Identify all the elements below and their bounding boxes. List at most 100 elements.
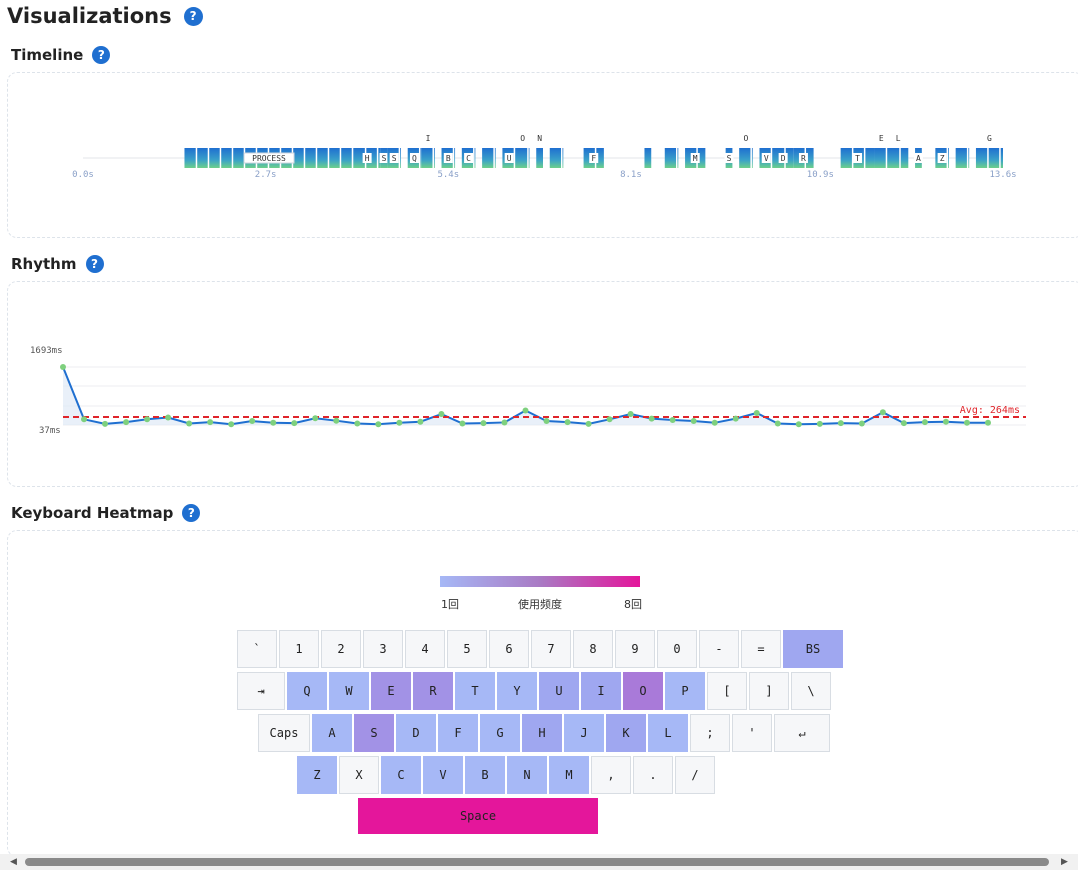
- key-e[interactable]: E: [371, 672, 411, 710]
- rhythm-point[interactable]: [858, 420, 865, 427]
- key-symbol[interactable]: ;: [690, 714, 730, 752]
- rhythm-point[interactable]: [417, 418, 424, 425]
- rhythm-point[interactable]: [606, 416, 613, 423]
- horizontal-scrollbar[interactable]: ◀ ▶: [0, 854, 1078, 870]
- rhythm-point[interactable]: [249, 418, 256, 425]
- heatmap-help-icon[interactable]: ?: [182, 504, 201, 522]
- timeline-event-bar[interactable]: [975, 148, 1003, 168]
- rhythm-point[interactable]: [543, 418, 550, 425]
- rhythm-point[interactable]: [459, 420, 466, 427]
- key-6[interactable]: 6: [489, 630, 529, 668]
- timeline-event-bar[interactable]: [644, 148, 652, 168]
- key-caps[interactable]: Caps: [258, 714, 310, 752]
- key-symbol[interactable]: ]: [749, 672, 789, 710]
- key-o[interactable]: O: [623, 672, 663, 710]
- rhythm-point[interactable]: [711, 419, 718, 426]
- key-8[interactable]: 8: [573, 630, 613, 668]
- scroll-left-arrow-icon[interactable]: ◀: [10, 857, 17, 867]
- key-f[interactable]: F: [438, 714, 478, 752]
- key-7[interactable]: 7: [531, 630, 571, 668]
- rhythm-point[interactable]: [963, 419, 970, 426]
- rhythm-point[interactable]: [312, 415, 319, 422]
- key-symbol[interactable]: =: [741, 630, 781, 668]
- timeline-help-icon[interactable]: ?: [92, 46, 111, 64]
- key-z[interactable]: Z: [297, 756, 337, 794]
- rhythm-point[interactable]: [816, 420, 823, 427]
- key-symbol[interactable]: ⇥: [237, 672, 285, 710]
- key-a[interactable]: A: [312, 714, 352, 752]
- key-0[interactable]: 0: [657, 630, 697, 668]
- rhythm-point[interactable]: [795, 421, 802, 428]
- scrollbar-thumb[interactable]: [25, 858, 1049, 866]
- key-symbol[interactable]: `: [237, 630, 277, 668]
- key-symbol[interactable]: \: [791, 672, 831, 710]
- rhythm-point[interactable]: [270, 419, 277, 426]
- rhythm-point[interactable]: [732, 415, 739, 422]
- key-x[interactable]: X: [339, 756, 379, 794]
- rhythm-point[interactable]: [354, 420, 361, 427]
- rhythm-point[interactable]: [102, 420, 109, 427]
- scroll-right-arrow-icon[interactable]: ▶: [1061, 857, 1068, 867]
- rhythm-point[interactable]: [186, 420, 193, 427]
- rhythm-point[interactable]: [228, 421, 235, 428]
- rhythm-point[interactable]: [291, 420, 298, 427]
- key-symbol[interactable]: ↵: [774, 714, 830, 752]
- rhythm-point[interactable]: [501, 419, 508, 426]
- key-symbol[interactable]: .: [633, 756, 673, 794]
- key-n[interactable]: N: [507, 756, 547, 794]
- key-i[interactable]: I: [581, 672, 621, 710]
- key-5[interactable]: 5: [447, 630, 487, 668]
- key-b[interactable]: B: [465, 756, 505, 794]
- rhythm-point[interactable]: [396, 419, 403, 426]
- rhythm-point[interactable]: [985, 419, 991, 426]
- key-bs[interactable]: BS: [783, 630, 843, 668]
- key-k[interactable]: K: [606, 714, 646, 752]
- rhythm-point[interactable]: [438, 411, 445, 418]
- rhythm-point[interactable]: [165, 414, 172, 421]
- key-s[interactable]: S: [354, 714, 394, 752]
- key-u[interactable]: U: [539, 672, 579, 710]
- rhythm-point[interactable]: [753, 409, 760, 416]
- rhythm-point[interactable]: [942, 418, 949, 425]
- timeline-event-bar[interactable]: [888, 148, 909, 168]
- key-symbol[interactable]: ,: [591, 756, 631, 794]
- key-symbol[interactable]: -: [699, 630, 739, 668]
- rhythm-point[interactable]: [837, 420, 844, 427]
- rhythm-point[interactable]: [669, 416, 676, 423]
- rhythm-help-icon[interactable]: ?: [85, 255, 104, 273]
- rhythm-point[interactable]: [921, 419, 928, 426]
- rhythm-point[interactable]: [564, 419, 571, 426]
- rhythm-point[interactable]: [627, 411, 634, 418]
- key-2[interactable]: 2: [321, 630, 361, 668]
- rhythm-point[interactable]: [333, 417, 340, 424]
- key-symbol[interactable]: /: [675, 756, 715, 794]
- rhythm-point[interactable]: [144, 416, 151, 423]
- rhythm-point[interactable]: [900, 420, 907, 427]
- key-j[interactable]: J: [564, 714, 604, 752]
- key-1[interactable]: 1: [279, 630, 319, 668]
- rhythm-point[interactable]: [123, 419, 130, 426]
- key-c[interactable]: C: [381, 756, 421, 794]
- rhythm-point[interactable]: [879, 409, 886, 416]
- key-3[interactable]: 3: [363, 630, 403, 668]
- timeline-event-bar[interactable]: [536, 148, 543, 168]
- rhythm-point[interactable]: [375, 421, 382, 428]
- key-y[interactable]: Y: [497, 672, 537, 710]
- key-p[interactable]: P: [665, 672, 705, 710]
- key-v[interactable]: V: [423, 756, 463, 794]
- key-r[interactable]: R: [413, 672, 453, 710]
- key-h[interactable]: H: [522, 714, 562, 752]
- rhythm-point[interactable]: [648, 415, 655, 422]
- key-q[interactable]: Q: [287, 672, 327, 710]
- rhythm-point[interactable]: [207, 419, 214, 426]
- rhythm-point[interactable]: [690, 418, 697, 425]
- rhythm-point[interactable]: [585, 420, 592, 427]
- rhythm-point[interactable]: [774, 420, 781, 427]
- key-9[interactable]: 9: [615, 630, 655, 668]
- key-symbol[interactable]: [: [707, 672, 747, 710]
- key-m[interactable]: M: [549, 756, 589, 794]
- rhythm-point[interactable]: [480, 420, 487, 427]
- rhythm-point[interactable]: [81, 416, 88, 423]
- rhythm-point[interactable]: [522, 407, 529, 414]
- key-space[interactable]: Space: [358, 798, 598, 834]
